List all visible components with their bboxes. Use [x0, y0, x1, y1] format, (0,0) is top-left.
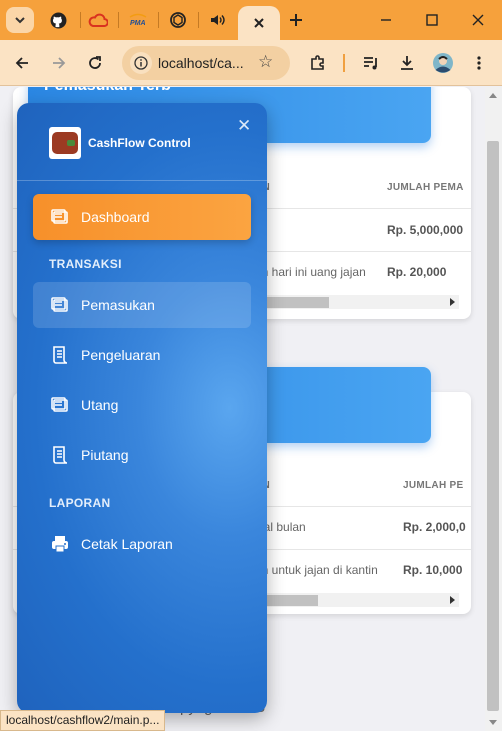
- row-desc: an untuk jajan di kantin: [255, 563, 378, 577]
- back-button[interactable]: [8, 49, 36, 77]
- github-icon: [50, 12, 66, 28]
- sidebar-item-cetak-laporan[interactable]: Cetak Laporan: [33, 521, 251, 567]
- app-brand-name: CashFlow Control: [88, 136, 191, 150]
- col-header-amount: JUMLAH PEMA: [387, 182, 464, 193]
- reload-icon: [89, 56, 101, 69]
- sidebar-item-label: Cetak Laporan: [81, 536, 173, 552]
- scroll-up-arrow-icon[interactable]: [489, 93, 497, 98]
- minimize-button[interactable]: [368, 6, 404, 34]
- plus-icon: [290, 14, 302, 26]
- window-close-button[interactable]: [460, 6, 496, 34]
- card-title: Pemasukan Terb: [44, 87, 171, 95]
- browser-menu-button[interactable]: [465, 49, 493, 77]
- row-amount: Rp. 2,000,0: [403, 520, 466, 534]
- row-amount: Rp. 10,000: [403, 563, 463, 577]
- bookmark-star-icon[interactable]: ☆: [258, 52, 273, 72]
- sidebar-item-utang[interactable]: Utang: [33, 382, 251, 428]
- minimize-icon: [381, 19, 391, 21]
- sidebar: CashFlow Control ✕ Dashboard TRANSAKSI P…: [17, 103, 267, 713]
- chatgpt-icon: [170, 12, 186, 28]
- status-url-tooltip: localhost/cashflow2/main.p...: [0, 710, 166, 731]
- toolbar-divider: [343, 54, 345, 72]
- section-laporan: LAPORAN: [49, 496, 111, 510]
- row-amount: Rp. 5,000,000: [387, 223, 464, 237]
- wallet-logo-icon: [52, 132, 78, 154]
- sidebar-item-label: Dashboard: [81, 209, 150, 225]
- svg-text:PMA: PMA: [130, 20, 146, 27]
- download-icon: [401, 56, 413, 70]
- page-vertical-scrollbar[interactable]: [485, 87, 502, 731]
- scroll-down-arrow-icon[interactable]: [489, 720, 497, 725]
- chevron-down-icon: [15, 17, 25, 24]
- income-icon: [51, 297, 68, 312]
- sidebar-item-pengeluaran[interactable]: Pengeluaran: [33, 332, 251, 378]
- tab-chatgpt[interactable]: [160, 6, 196, 34]
- tab-cloud[interactable]: [80, 6, 116, 34]
- maximize-button[interactable]: [414, 6, 450, 34]
- maximize-icon: [426, 14, 438, 26]
- sidebar-item-pemasukan[interactable]: Pemasukan: [33, 282, 251, 328]
- info-icon: [134, 56, 148, 70]
- url-text[interactable]: localhost/ca...: [158, 55, 250, 71]
- sidebar-item-label: Pengeluaran: [81, 347, 161, 363]
- kebab-menu-icon: [477, 56, 481, 70]
- table-horizontal-scrollbar[interactable]: [253, 593, 459, 607]
- expense-icon: [53, 346, 68, 364]
- address-bar[interactable]: localhost/ca... ☆: [122, 46, 290, 80]
- speaker-icon: [211, 15, 225, 25]
- section-transaksi: TRANSAKSI: [49, 257, 122, 271]
- tab-audio[interactable]: [200, 6, 236, 34]
- close-icon: [472, 14, 484, 26]
- sidebar-item-dashboard[interactable]: Dashboard: [33, 194, 251, 240]
- tab-strip: PMA: [0, 0, 502, 40]
- arrow-left-icon: [15, 57, 28, 69]
- forward-button[interactable]: [45, 49, 73, 77]
- printer-icon: [52, 536, 68, 553]
- tab-active[interactable]: [238, 6, 280, 40]
- table-horizontal-scrollbar[interactable]: [253, 295, 459, 309]
- phpmyadmin-icon: PMA: [129, 13, 147, 27]
- sidebar-close-icon[interactable]: ✕: [237, 116, 251, 136]
- debt-icon: [51, 397, 68, 412]
- playlist-icon: [364, 57, 377, 70]
- browser-toolbar: localhost/ca... ☆: [0, 40, 502, 86]
- cloud-icon: [88, 13, 108, 27]
- extensions-button[interactable]: [304, 49, 332, 77]
- reload-button[interactable]: [81, 49, 109, 77]
- sidebar-item-label: Utang: [81, 397, 119, 413]
- puzzle-icon: [311, 55, 324, 70]
- close-icon[interactable]: [252, 16, 266, 30]
- sidebar-item-label: Piutang: [81, 447, 129, 463]
- arrow-right-icon: [53, 57, 66, 69]
- dashboard-icon: [51, 209, 68, 224]
- media-controls-button[interactable]: [357, 49, 385, 77]
- row-amount: Rp. 20,000: [387, 265, 447, 279]
- site-info-button[interactable]: [130, 52, 152, 74]
- scroll-thumb[interactable]: [487, 141, 499, 711]
- tab-search-button[interactable]: [6, 7, 34, 33]
- row-desc: an hari ini uang jajan: [255, 265, 366, 279]
- tab-github[interactable]: [40, 6, 76, 34]
- sidebar-divider: [17, 180, 267, 181]
- new-tab-button[interactable]: [278, 6, 314, 34]
- col-header-amount: JUMLAH PE: [403, 480, 464, 491]
- receivable-icon: [53, 446, 68, 464]
- scroll-right-arrow-icon[interactable]: [450, 298, 455, 306]
- avatar-icon: [433, 53, 453, 73]
- sidebar-item-piutang[interactable]: Piutang: [33, 432, 251, 478]
- downloads-button[interactable]: [393, 49, 421, 77]
- scroll-right-arrow-icon[interactable]: [450, 596, 455, 604]
- sidebar-item-label: Pemasukan: [81, 297, 155, 313]
- app-logo: [49, 127, 81, 159]
- tab-phpmyadmin[interactable]: PMA: [120, 6, 156, 34]
- profile-button[interactable]: [429, 49, 457, 77]
